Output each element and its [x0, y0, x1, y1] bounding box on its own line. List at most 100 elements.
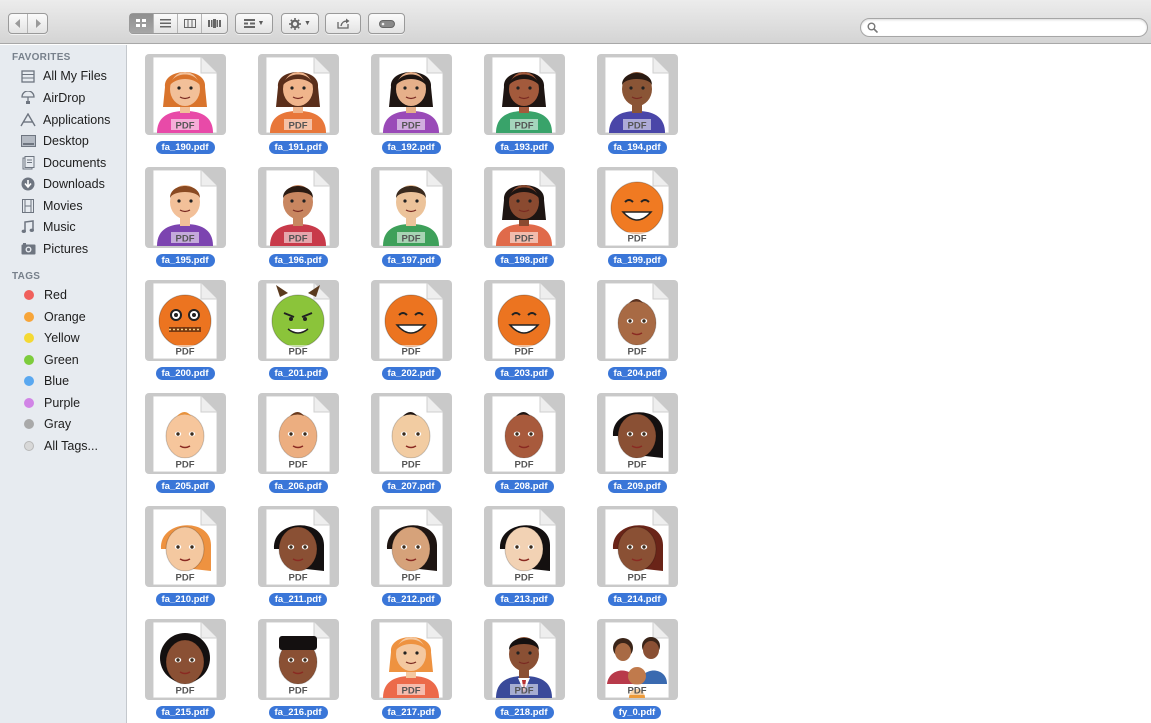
sidebar-tag-blue[interactable]: Blue [21, 371, 125, 391]
pdf-thumbnail-icon: PDF [266, 283, 330, 359]
file-item[interactable]: PDF fa_217.pdf [354, 613, 464, 719]
sidebar-item-all-my-files[interactable]: All My Files [20, 66, 124, 86]
sidebar-item-desktop[interactable]: Desktop [20, 131, 124, 151]
sidebar-all-tags[interactable]: All Tags... [21, 436, 125, 456]
sidebar-item-pictures[interactable]: Pictures [20, 239, 124, 259]
file-item[interactable]: PDF fa_194.pdf [580, 48, 690, 154]
file-name-label[interactable]: fa_198.pdf [467, 250, 581, 268]
file-name-label[interactable]: fa_196.pdf [241, 250, 355, 268]
file-name-label[interactable]: fa_215.pdf [128, 702, 242, 720]
file-name-label[interactable]: fa_203.pdf [467, 363, 581, 381]
file-item[interactable]: PDF fa_207.pdf [354, 387, 464, 493]
arrange-button[interactable]: ▼ [236, 14, 272, 33]
back-forward-control [8, 13, 48, 34]
svg-text:PDF: PDF [628, 573, 647, 584]
file-item[interactable]: PDF fa_216.pdf [241, 613, 351, 719]
file-name-label[interactable]: fy_0.pdf [580, 702, 694, 720]
file-item[interactable]: PDF fa_215.pdf [128, 613, 238, 719]
file-name-label[interactable]: fa_210.pdf [128, 589, 242, 607]
column-view-button[interactable] [178, 14, 202, 33]
file-item[interactable]: PDF fa_218.pdf [467, 613, 577, 719]
file-name-label[interactable]: fa_206.pdf [241, 476, 355, 494]
sidebar-tag-gray[interactable]: Gray [21, 414, 125, 434]
file-item[interactable]: PDF fa_203.pdf [467, 274, 577, 380]
file-name: fa_208.pdf [494, 480, 554, 493]
icon-view-button[interactable] [130, 14, 154, 33]
file-item[interactable]: PDF fa_192.pdf [354, 48, 464, 154]
file-item[interactable]: PDF fa_210.pdf [128, 500, 238, 606]
file-name-label[interactable]: fa_195.pdf [128, 250, 242, 268]
back-button[interactable] [9, 14, 28, 33]
file-name-label[interactable]: fa_204.pdf [580, 363, 694, 381]
file-name-label[interactable]: fa_217.pdf [354, 702, 468, 720]
search-input[interactable] [881, 20, 1141, 35]
desktop-icon [20, 133, 36, 149]
file-name-label[interactable]: fa_213.pdf [467, 589, 581, 607]
list-view-button[interactable] [154, 14, 178, 33]
sidebar-tag-green[interactable]: Green [21, 350, 125, 370]
file-name-label[interactable]: fa_207.pdf [354, 476, 468, 494]
file-name-label[interactable]: fa_214.pdf [580, 589, 694, 607]
file-name-label[interactable]: fa_212.pdf [354, 589, 468, 607]
file-item[interactable]: PDF fy_0.pdf [580, 613, 690, 719]
file-name-label[interactable]: fa_211.pdf [241, 589, 355, 607]
file-item[interactable]: PDF fa_211.pdf [241, 500, 351, 606]
sidebar-item-music[interactable]: Music [20, 217, 124, 237]
file-name-label[interactable]: fa_199.pdf [580, 250, 694, 268]
file-name-label[interactable]: fa_218.pdf [467, 702, 581, 720]
svg-text:PDF: PDF [402, 234, 421, 245]
file-name-label[interactable]: fa_216.pdf [241, 702, 355, 720]
sidebar-tag-yellow[interactable]: Yellow [21, 328, 125, 348]
file-item[interactable]: PDF fa_191.pdf [241, 48, 351, 154]
sidebar-item-airdrop[interactable]: AirDrop [20, 88, 124, 108]
share-button[interactable] [326, 14, 360, 33]
svg-text:PDF: PDF [176, 573, 195, 584]
file-name-label[interactable]: fa_200.pdf [128, 363, 242, 381]
file-name-label[interactable]: fa_191.pdf [241, 137, 355, 155]
file-item[interactable]: PDF fa_208.pdf [467, 387, 577, 493]
file-name-label[interactable]: fa_209.pdf [580, 476, 694, 494]
file-name-label[interactable]: fa_208.pdf [467, 476, 581, 494]
file-item[interactable]: PDF fa_198.pdf [467, 161, 577, 267]
file-item[interactable]: PDF fa_214.pdf [580, 500, 690, 606]
file-item[interactable]: PDF fa_205.pdf [128, 387, 238, 493]
cover-flow-button[interactable] [202, 14, 227, 33]
music-icon [20, 219, 36, 235]
file-name-label[interactable]: fa_205.pdf [128, 476, 242, 494]
sidebar-item-documents[interactable]: Documents [20, 153, 124, 173]
file-item[interactable]: PDF fa_202.pdf [354, 274, 464, 380]
file-name-label[interactable]: fa_190.pdf [128, 137, 242, 155]
sidebar-tag-purple[interactable]: Purple [21, 393, 125, 413]
file-item[interactable]: PDF fa_197.pdf [354, 161, 464, 267]
file-item[interactable]: PDF fa_204.pdf [580, 274, 690, 380]
file-item[interactable]: PDF fa_213.pdf [467, 500, 577, 606]
action-button[interactable]: ▼ [282, 14, 318, 33]
sidebar-tag-red[interactable]: Red [21, 285, 125, 305]
tag-button[interactable] [369, 14, 404, 33]
file-item[interactable]: PDF fa_201.pdf [241, 274, 351, 380]
search-field[interactable] [860, 18, 1148, 37]
file-item[interactable]: PDF fa_190.pdf [128, 48, 238, 154]
sidebar-tag-orange[interactable]: Orange [21, 307, 125, 327]
forward-button[interactable] [28, 14, 47, 33]
file-name-label[interactable]: fa_197.pdf [354, 250, 468, 268]
sidebar-item-downloads[interactable]: Downloads [20, 174, 124, 194]
file-item[interactable]: PDF fa_199.pdf [580, 161, 690, 267]
file-name-label[interactable]: fa_201.pdf [241, 363, 355, 381]
file-name-label[interactable]: fa_193.pdf [467, 137, 581, 155]
sidebar-item-applications[interactable]: Applications [20, 110, 124, 130]
file-item[interactable]: PDF fa_209.pdf [580, 387, 690, 493]
file-item[interactable]: PDF fa_212.pdf [354, 500, 464, 606]
file-item[interactable]: PDF fa_206.pdf [241, 387, 351, 493]
file-name-label[interactable]: fa_202.pdf [354, 363, 468, 381]
file-name-label[interactable]: fa_194.pdf [580, 137, 694, 155]
pdf-thumbnail-icon: PDF [492, 509, 556, 585]
sidebar-item-movies[interactable]: Movies [20, 196, 124, 216]
file-item[interactable]: PDF fa_196.pdf [241, 161, 351, 267]
file-item[interactable]: PDF fa_200.pdf [128, 274, 238, 380]
file-item[interactable]: PDF fa_193.pdf [467, 48, 577, 154]
file-name-label[interactable]: fa_192.pdf [354, 137, 468, 155]
file-item[interactable]: PDF fa_195.pdf [128, 161, 238, 267]
pdf-thumbnail-icon: PDF [153, 622, 217, 698]
svg-text:PDF: PDF [515, 347, 534, 358]
